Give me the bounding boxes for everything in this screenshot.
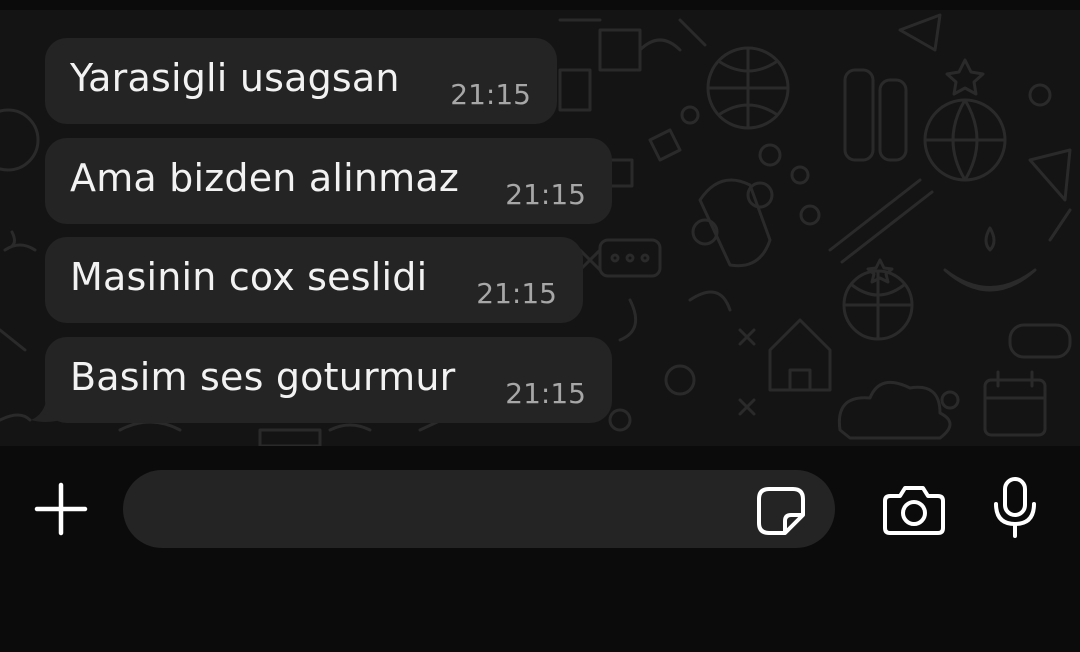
message-bubble[interactable]: Masinin cox seslidi 21:15 (45, 237, 583, 323)
message-time: 21:15 (505, 178, 586, 211)
microphone-icon (994, 477, 1036, 538)
message-list: Yarasigli usagsan 21:15 Ama bizden alinm… (0, 0, 1080, 446)
sticker-button[interactable] (755, 485, 807, 537)
message-text: Yarasigli usagsan (70, 56, 400, 100)
message-bubble[interactable]: Basim ses goturmur 21:15 (45, 337, 612, 423)
message-time: 21:15 (476, 277, 557, 310)
microphone-button[interactable] (992, 476, 1038, 540)
message-time: 21:15 (505, 377, 586, 410)
message-bubble[interactable]: Yarasigli usagsan 21:15 (45, 38, 557, 124)
chat-screen: Yarasigli usagsan 21:15 Ama bizden alinm… (0, 0, 1080, 652)
message-text: Masinin cox seslidi (70, 255, 428, 299)
message-input[interactable] (123, 470, 835, 548)
message-bubble[interactable]: Ama bizden alinmaz 21:15 (45, 138, 612, 224)
sticker-icon (757, 487, 805, 535)
attach-button[interactable] (33, 481, 89, 537)
input-bar (0, 446, 1080, 652)
message-text: Basim ses goturmur (70, 355, 456, 399)
plus-icon (34, 482, 88, 536)
message-text: Ama bizden alinmaz (70, 156, 459, 200)
chat-area[interactable]: Yarasigli usagsan 21:15 Ama bizden alinm… (0, 0, 1080, 446)
camera-button[interactable] (882, 484, 946, 536)
message-time: 21:15 (450, 78, 531, 111)
camera-icon (883, 486, 945, 535)
